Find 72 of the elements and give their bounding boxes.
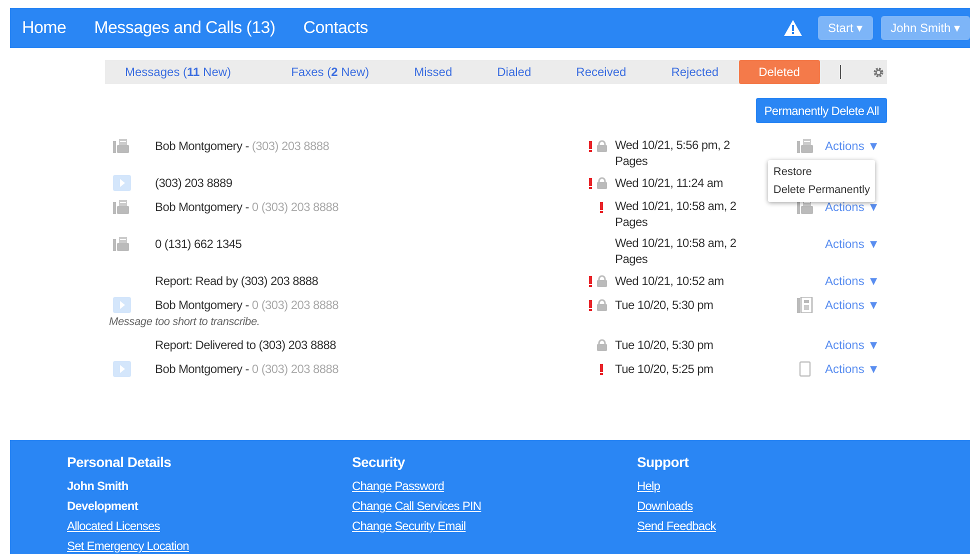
- message-date: Wed 10/21, 5:56 pm, 2 Pages: [615, 137, 731, 169]
- fax-icon: [797, 139, 813, 153]
- caller-name: (303) 203 8889: [155, 176, 232, 190]
- footer-text: John Smith: [67, 478, 130, 495]
- tab[interactable]: Missed: [414, 60, 452, 84]
- user-menu-button[interactable]: John Smith ▾: [880, 16, 970, 40]
- caller-name: Bob Montgomery -: [155, 298, 249, 312]
- message-date: Wed 10/21, 11:24 am: [615, 175, 724, 191]
- actions-link[interactable]: Actions ▼: [825, 274, 880, 288]
- phone-number: 0 (303) 203 8888: [252, 200, 339, 214]
- message-date: Wed 10/21, 10:58 am, 2 Pages: [615, 198, 738, 230]
- warning-icon[interactable]: [784, 20, 802, 36]
- settings-icon[interactable]: [872, 66, 884, 78]
- footer-link[interactable]: Set Emergency Location: [67, 536, 352, 554]
- phone-number: 0 (303) 203 8888: [252, 298, 339, 312]
- actions-link[interactable]: Actions ▼: [825, 298, 880, 312]
- play-icon[interactable]: [113, 361, 131, 377]
- footer-link[interactable]: Help: [637, 476, 922, 496]
- caller-name: Bob Montgomery -: [155, 362, 249, 376]
- phone-number: 0 (303) 203 8888: [252, 362, 339, 376]
- tab[interactable]: Messages (11 New): [125, 60, 232, 84]
- nav-link[interactable]: Home: [22, 18, 66, 38]
- permanently-delete-all-button[interactable]: Permanently Delete All: [756, 98, 887, 123]
- actions-link[interactable]: Actions ▼: [825, 139, 880, 153]
- transcription-note: Message too short to transcribe.: [109, 316, 261, 328]
- footer-link[interactable]: Change Password: [352, 476, 637, 496]
- fax-icon: [113, 139, 129, 153]
- footer-heading: Support: [637, 454, 690, 470]
- play-icon[interactable]: [113, 175, 131, 191]
- lock-icon: [597, 339, 607, 351]
- footer-link[interactable]: Change Call Services PIN: [352, 496, 637, 516]
- tab[interactable]: Dialed: [497, 60, 532, 84]
- fax-icon: [113, 200, 129, 214]
- tab[interactable]: Rejected: [671, 60, 719, 84]
- start-button[interactable]: Start ▾: [818, 16, 873, 40]
- footer-link[interactable]: Allocated Licenses: [67, 516, 352, 536]
- message-date: Wed 10/21, 10:58 am, 2 Pages: [615, 235, 738, 267]
- tab[interactable]: Faxes (2 New): [291, 60, 370, 84]
- menu-item[interactable]: Delete Permanently: [768, 181, 875, 199]
- message-date: Tue 10/20, 5:30 pm: [615, 297, 714, 313]
- deskphone-icon: [797, 297, 813, 313]
- nav-link[interactable]: Messages and Calls (13): [94, 18, 276, 38]
- play-icon[interactable]: [113, 297, 131, 313]
- lock-icon: [597, 177, 607, 189]
- menu-item[interactable]: Restore: [768, 163, 875, 181]
- footer-text: Development: [67, 498, 140, 515]
- caller-name: Bob Montgomery -: [155, 200, 249, 214]
- caller-name: 0 (131) 662 1345: [155, 237, 242, 251]
- phone-number: (303) 203 8888: [252, 139, 330, 153]
- footer-heading: Security: [352, 454, 406, 470]
- footer-heading: Personal Details: [67, 454, 172, 470]
- caller-name: Report: Read by (303) 203 8888: [155, 274, 318, 288]
- actions-link[interactable]: Actions ▼: [825, 362, 880, 376]
- tab[interactable]: Deleted: [738, 60, 820, 84]
- message-date: Wed 10/21, 10:52 am: [615, 273, 725, 289]
- actions-link[interactable]: Actions ▼: [825, 338, 880, 352]
- footer-link[interactable]: Downloads: [637, 496, 922, 516]
- message-date: Tue 10/20, 5:25 pm: [615, 361, 714, 377]
- footer-link[interactable]: Send Feedback: [637, 516, 922, 536]
- mobile-phone-icon: [799, 361, 811, 377]
- caller-name: Bob Montgomery -: [155, 139, 249, 153]
- lock-icon: [597, 299, 607, 311]
- lock-icon: [597, 275, 607, 287]
- actions-link[interactable]: Actions ▼: [825, 200, 880, 214]
- actions-link[interactable]: Actions ▼: [825, 237, 880, 251]
- caller-name: Report: Delivered to (303) 203 8888: [155, 338, 336, 352]
- fax-icon: [113, 237, 129, 251]
- tab[interactable]: Received: [576, 60, 626, 84]
- nav-link[interactable]: Contacts: [303, 18, 368, 38]
- lock-icon: [597, 140, 607, 152]
- footer-link[interactable]: Change Security Email: [352, 516, 637, 536]
- message-date: Tue 10/20, 5:30 pm: [615, 337, 714, 353]
